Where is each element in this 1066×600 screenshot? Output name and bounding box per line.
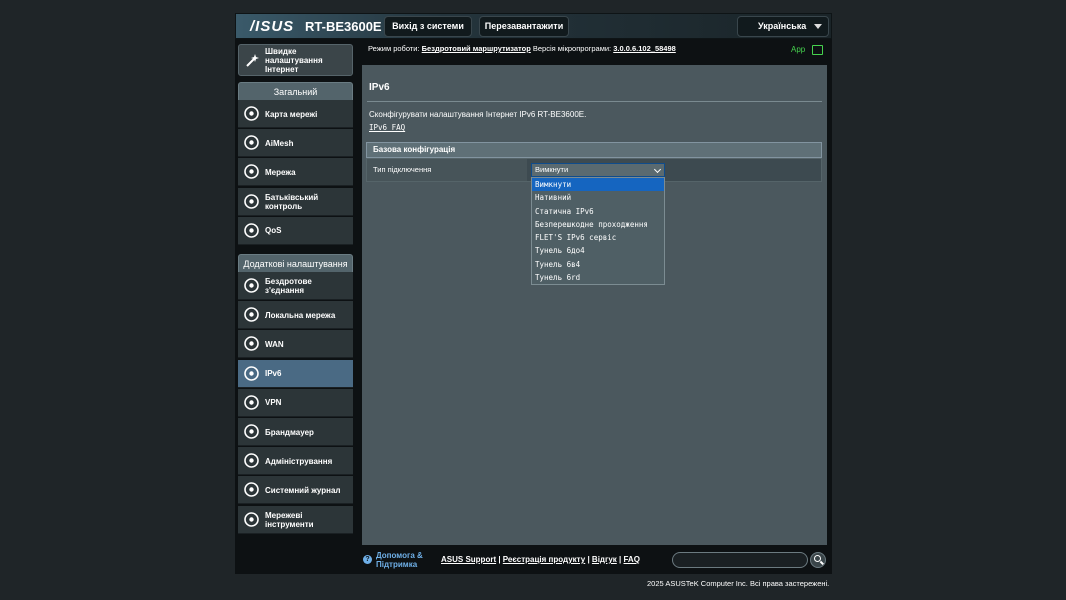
quick-setup-label: Швидке налаштування Інтернет [265,47,323,74]
sidebar-item-firewall[interactable]: Брандмауер [238,418,353,446]
sidebar-item-parental-control[interactable]: Батьківський контроль [238,187,353,216]
sidebar-item-system-log[interactable]: Системний журнал [238,476,353,505]
dropdown-option[interactable]: Вимкнути [532,178,664,192]
language-value: Українська [758,21,807,31]
app-label[interactable]: App [791,45,805,54]
network-tools-icon [244,511,259,527]
connection-type-dropdown: Вимкнути Нативний Статична IPv6 Безперешкод… [531,177,665,285]
sidebar-item-label: Адміністрування [265,456,333,466]
logout-button[interactable]: Вихід з системи [384,16,472,37]
language-select[interactable]: Українська [737,16,829,37]
sidebar-item-administration[interactable]: Адміністрування [238,447,353,476]
footer-link-feedback[interactable]: Відгук [592,555,617,564]
sidebar-item-ipv6[interactable]: IPv6 [238,359,353,388]
system-log-icon [244,482,259,498]
parental-control-icon [244,193,259,209]
basic-config-header: Базова конфігурація [366,142,822,158]
dropdown-option[interactable]: Статична IPv6 [532,205,664,218]
footer-link-product-registration[interactable]: Реєстрація продукту [503,555,585,564]
sidebar-item-label: Батьківський контроль [265,192,319,211]
operation-mode-link[interactable]: Бездротовий маршрутизатор [422,44,531,53]
footer-link-asus-support[interactable]: ASUS Support [441,555,496,564]
sidebar-item-label: Брандмауер [265,427,314,437]
administration-icon [244,453,259,468]
ipv6-icon [244,365,259,381]
sidebar-item-label: Бездротове з'єднання [265,277,312,295]
asus-logo: /ISUS [250,18,295,35]
firewall-icon [244,424,259,439]
dropdown-option[interactable]: FLET'S IPv6 сервіс [532,231,664,244]
general-section-header: Загальний [238,82,353,102]
mode-label: Режим роботи: [368,44,420,53]
sidebar-item-network-map[interactable]: Карта мережі [238,100,353,128]
sidebar-item-lan[interactable]: Локальна мережа [238,301,353,330]
page-title: IPv6 [369,82,390,93]
lan-icon [244,307,259,322]
chevron-down-icon [653,165,662,174]
dropdown-option[interactable]: Безперешкодне проходження [532,218,664,231]
guest-network-icon [244,164,259,180]
dropdown-option[interactable]: Тунель 6до4 [532,244,664,257]
sidebar-item-network-tools[interactable]: Мережеві інструменти [238,505,353,534]
sidebar-item-wan[interactable]: WAN [238,330,353,359]
advanced-section-header: Додаткові налаштування [238,254,353,274]
vpn-icon [244,394,259,410]
dropdown-option[interactable]: Нативний [532,191,664,204]
sidebar-item-label: Мережа [265,167,296,177]
firmware-label: Версія мікропрограми: [532,44,612,53]
dropdown-option[interactable]: Тунель 6в4 [532,258,664,271]
network-map-icon [244,106,259,121]
sidebar-item-wireless[interactable]: Бездротове з'єднання [238,272,353,300]
qos-icon [244,222,259,238]
connection-type-select[interactable]: Вимкнути [531,163,665,177]
sidebar-item-label: IPv6 [265,369,282,379]
sidebar-item-label: Локальна мережа [265,310,336,320]
sidebar-item-guest-network[interactable]: Мережа [238,158,353,187]
status-line: Режим роботи: Бездротовий маршрутизатор … [368,44,676,53]
sidebar-item-vpn[interactable]: VPN [238,388,353,417]
router-model: RT-BE3600E [305,19,382,34]
title-divider [367,101,822,102]
chevron-down-icon [814,24,822,29]
connection-type-label: Тип підключення [367,159,527,181]
reboot-button[interactable]: Перезавантажити [479,16,569,37]
quick-internet-setup-button[interactable]: Швидке налаштування Інтернет [238,44,353,76]
aimesh-icon [244,135,259,150]
ipv6-faq-link[interactable]: IPv6 FAQ [369,123,405,132]
search-button[interactable] [810,552,826,568]
top-header: /ISUS RT-BE3600E Вихід з системи Перезав… [235,13,832,39]
connection-type-value: Вимкнути [535,165,569,174]
sidebar-item-label: Мережеві інструменти [265,510,314,529]
wand-icon [246,54,259,67]
footer-links: ASUS Support | Реєстрація продукту | Від… [441,555,640,564]
page-description: Сконфігурувати налаштування Інтернет IPv… [369,110,587,119]
app-icon[interactable] [812,45,823,55]
help-icon: ? [363,555,372,564]
footer-link-faq[interactable]: FAQ [623,555,639,564]
sidebar-item-aimesh[interactable]: AiMesh [238,129,353,158]
search-input[interactable] [672,552,808,568]
sidebar-item-qos[interactable]: QoS [238,216,353,245]
sidebar-item-label: VPN [265,398,282,408]
dropdown-option[interactable]: Тунель 6rd [532,271,664,284]
wan-icon [244,336,259,352]
sidebar-item-label: Системний журнал [265,485,341,495]
sidebar-item-label: QoS [265,226,282,236]
sidebar-item-label: WAN [265,339,284,349]
content-panel [362,65,827,545]
help-support-link[interactable]: Допомога & Підтримка [376,551,434,569]
firmware-version-link[interactable]: 3.0.0.6.102_58498 [613,44,676,53]
sidebar-item-label: AiMesh [265,138,294,148]
sidebar-item-label: Карта мережі [265,109,318,119]
copyright: 2025 ASUSTeK Computer Inc. Всі права зас… [647,579,830,588]
wireless-icon [244,278,259,293]
